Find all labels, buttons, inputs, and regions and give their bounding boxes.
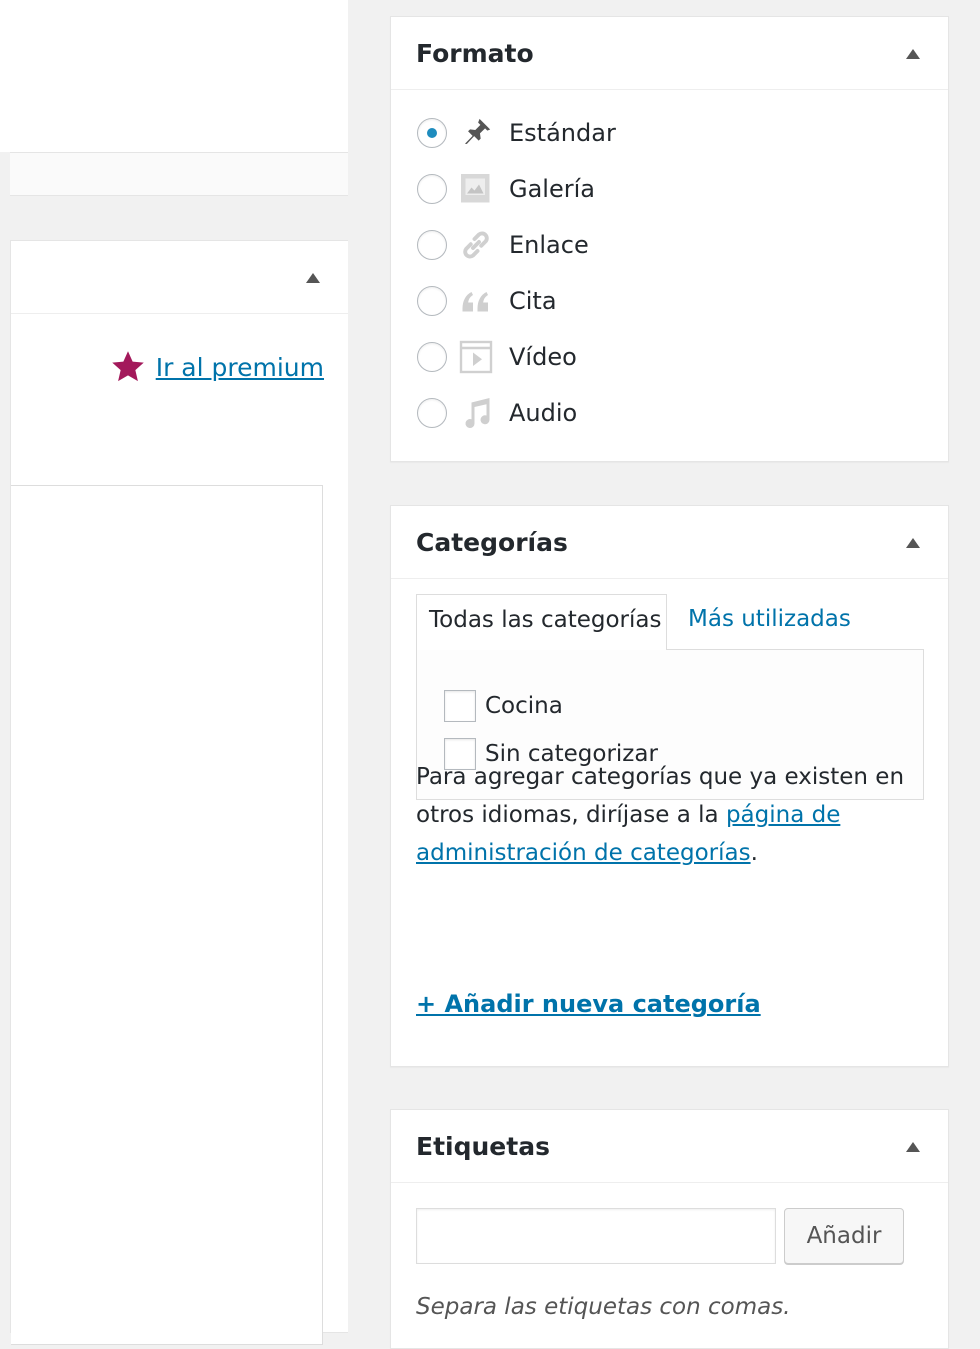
premium-link-row[interactable]: Ir al premium xyxy=(110,349,324,385)
radio-audio[interactable] xyxy=(417,398,447,428)
format-option-label: Galería xyxy=(509,175,595,203)
tab-all-categories[interactable]: Todas las categorías xyxy=(416,594,667,650)
format-option-label: Estándar xyxy=(509,119,616,147)
categories-language-note: Para agregar categorías que ya existen e… xyxy=(416,758,926,872)
link-icon xyxy=(457,226,495,264)
radio-standard[interactable] xyxy=(417,118,447,148)
tab-most-used[interactable]: Más utilizadas xyxy=(688,606,851,632)
left-content-area[interactable] xyxy=(11,485,323,1345)
video-icon xyxy=(457,338,495,376)
format-postbox: Formato Estándar Galería Enlace Cita Víd… xyxy=(390,16,949,462)
categories-header[interactable]: Categorías xyxy=(391,506,948,579)
category-checkbox[interactable] xyxy=(444,690,476,722)
format-option-label: Cita xyxy=(509,287,557,315)
collapse-toggle-icon[interactable] xyxy=(906,1142,920,1152)
tags-input[interactable] xyxy=(416,1208,776,1264)
collapse-toggle-icon[interactable] xyxy=(906,538,920,548)
category-label: Cocina xyxy=(485,693,563,719)
collapse-toggle-icon[interactable] xyxy=(906,49,920,59)
collapse-toggle-icon[interactable] xyxy=(306,273,320,283)
left-postbox: Ir al premium xyxy=(10,240,348,1345)
format-header[interactable]: Formato xyxy=(391,17,948,90)
add-tag-button[interactable]: Añadir xyxy=(784,1208,904,1264)
note-suffix: . xyxy=(750,840,758,866)
format-option-quote[interactable]: Cita xyxy=(417,281,557,321)
left-top-panel xyxy=(0,0,348,152)
categories-postbox: Categorías Todas las categorías Más util… xyxy=(390,505,949,1067)
tags-title: Etiquetas xyxy=(416,1132,550,1161)
radio-video[interactable] xyxy=(417,342,447,372)
tags-hint: Separa las etiquetas con comas. xyxy=(416,1294,791,1320)
gallery-icon xyxy=(457,170,495,208)
format-option-label: Enlace xyxy=(509,231,589,259)
radio-quote[interactable] xyxy=(417,286,447,316)
format-option-label: Vídeo xyxy=(509,343,577,371)
format-option-standard[interactable]: Estándar xyxy=(417,113,616,153)
format-option-audio[interactable]: Audio xyxy=(417,393,577,433)
star-icon xyxy=(111,351,144,382)
format-option-video[interactable]: Vídeo xyxy=(417,337,577,377)
add-new-category-link[interactable]: + Añadir nueva categoría xyxy=(416,990,761,1018)
format-option-label: Audio xyxy=(509,399,578,427)
premium-link[interactable]: Ir al premium xyxy=(156,353,324,382)
radio-link[interactable] xyxy=(417,230,447,260)
tags-postbox: Etiquetas Añadir Separa las etiquetas co… xyxy=(390,1109,949,1349)
category-item-cocina[interactable]: Cocina xyxy=(444,690,563,722)
tags-header[interactable]: Etiquetas xyxy=(391,1110,948,1183)
tab-all-categories-label: Todas las categorías xyxy=(429,607,662,633)
pin-icon xyxy=(457,114,495,152)
format-title: Formato xyxy=(416,39,534,68)
radio-gallery[interactable] xyxy=(417,174,447,204)
format-option-gallery[interactable]: Galería xyxy=(417,169,595,209)
left-postbox-header[interactable] xyxy=(11,241,348,314)
audio-icon xyxy=(457,394,495,432)
categories-title: Categorías xyxy=(416,528,568,557)
quote-icon xyxy=(457,282,495,320)
left-toolbar-strip xyxy=(10,152,348,196)
format-option-link[interactable]: Enlace xyxy=(417,225,589,265)
